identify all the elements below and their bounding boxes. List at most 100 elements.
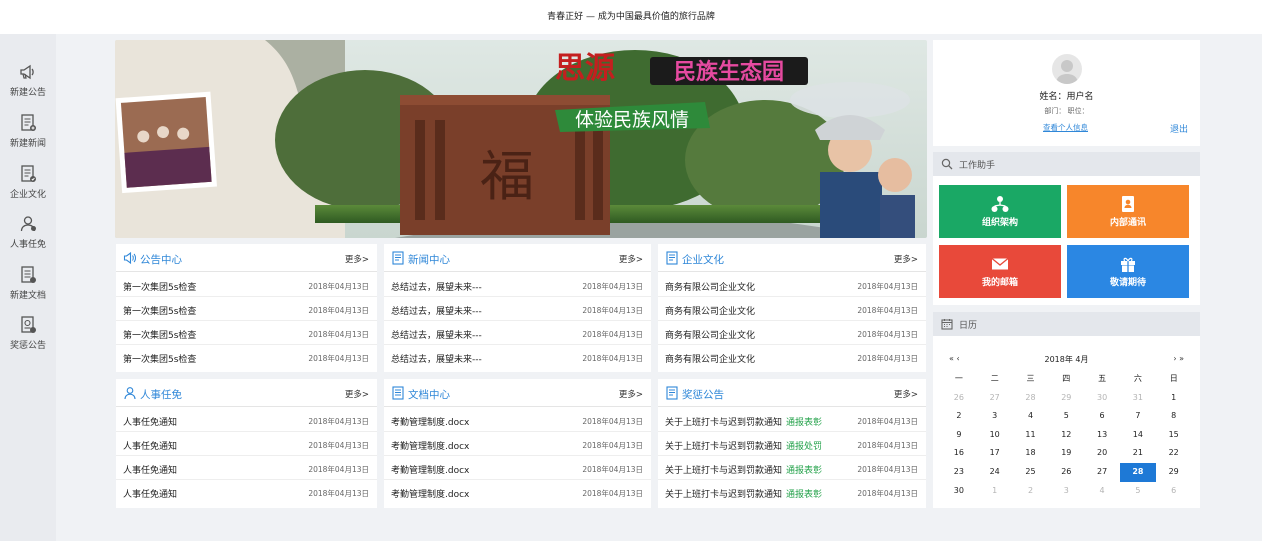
list-item[interactable]: 第一次集团5s检查 2018年04月13日 xyxy=(116,273,377,297)
calendar-day[interactable]: 25 xyxy=(1013,463,1049,482)
tile-label: 组织架构 xyxy=(981,218,1018,228)
logout-link[interactable]: 退出 xyxy=(1170,122,1188,135)
more-link[interactable]: 更多> xyxy=(894,388,918,400)
org-structure-button[interactable]: 组织架构 xyxy=(939,185,1061,238)
item-title: 人事任免通知 xyxy=(123,418,178,428)
calendar-day[interactable]: 5 xyxy=(1120,482,1156,501)
hero-banner[interactable]: 福 思源 民族生态园 体验民族风情 xyxy=(115,40,927,238)
banner-park-name: 民族生态园 xyxy=(674,59,784,85)
calendar-day[interactable]: 7 xyxy=(1120,407,1156,426)
list-item[interactable]: 总结过去，展望未来--- 2018年04月13日 xyxy=(384,321,651,345)
sidebar-item-label: 企业文化 xyxy=(9,190,46,200)
coming-soon-button[interactable]: 敬请期待 xyxy=(1067,245,1189,298)
calendar-day[interactable]: 11 xyxy=(1013,426,1049,445)
calendar-day[interactable]: 23 xyxy=(941,463,977,482)
list-item[interactable]: 第一次集团5s检查 2018年04月13日 xyxy=(116,297,377,321)
calendar-day[interactable]: 15 xyxy=(1156,426,1192,445)
list-item[interactable]: 考勤管理制度.docx 2018年04月13日 xyxy=(384,480,651,504)
list-item[interactable]: 人事任免通知 2018年04月13日 xyxy=(116,480,377,504)
list-item[interactable]: 考勤管理制度.docx 2018年04月13日 xyxy=(384,408,651,432)
calendar-day[interactable]: 31 xyxy=(1120,389,1156,408)
list-item[interactable]: 考勤管理制度.docx 2018年04月13日 xyxy=(384,456,651,480)
calendar-day[interactable]: 4 xyxy=(1013,407,1049,426)
list-item[interactable]: 人事任免通知 2018年04月13日 xyxy=(116,432,377,456)
sidebar-item-new-notice[interactable]: 新建公告 xyxy=(0,62,56,108)
calendar-day[interactable]: 12 xyxy=(1048,426,1084,445)
calendar-day[interactable]: 30 xyxy=(1084,389,1120,408)
list-item[interactable]: 关于上班打卡与迟到罚款通知 通报处罚 2018年04月13日 xyxy=(658,432,926,456)
calendar-day[interactable]: 1 xyxy=(977,482,1013,501)
calendar-day[interactable]: 18 xyxy=(1013,444,1049,463)
list-item[interactable]: 人事任免通知 2018年04月13日 xyxy=(116,456,377,480)
more-link[interactable]: 更多> xyxy=(619,388,643,400)
calendar-day[interactable]: 5 xyxy=(1048,407,1084,426)
calendar-day[interactable]: 24 xyxy=(977,463,1013,482)
list-item[interactable]: 关于上班打卡与迟到罚款通知 通报表彰 2018年04月13日 xyxy=(658,456,926,480)
item-title: 关于上班打卡与迟到罚款通知 通报表彰 xyxy=(665,463,822,476)
calendar-day[interactable]: 3 xyxy=(1048,482,1084,501)
item-date: 2018年04月13日 xyxy=(857,306,918,315)
calendar-day[interactable]: 26 xyxy=(1048,463,1084,482)
sidebar-item-culture[interactable]: 企业文化 xyxy=(0,164,56,210)
calendar-day[interactable]: 29 xyxy=(1048,389,1084,408)
calendar-day[interactable]: 2 xyxy=(1013,482,1049,501)
sidebar-item-new-document[interactable]: 新建文档 xyxy=(0,265,56,311)
list-item[interactable]: 人事任免通知 2018年04月13日 xyxy=(116,408,377,432)
calendar-day[interactable]: 19 xyxy=(1048,444,1084,463)
more-link[interactable]: 更多> xyxy=(345,388,369,400)
sidebar-item-personnel[interactable]: 人事任免 xyxy=(0,214,56,260)
top-slogan-bar: 青春正好 — 成为中国最具价值的旅行品牌 xyxy=(0,0,1262,34)
calendar-day[interactable]: 9 xyxy=(941,426,977,445)
calendar-day[interactable]: 30 xyxy=(941,482,977,501)
calendar-day[interactable]: 6 xyxy=(1156,482,1192,501)
user-avatar-icon xyxy=(1056,60,1078,84)
calendar-day[interactable]: 27 xyxy=(977,389,1013,408)
list-item[interactable]: 关于上班打卡与迟到罚款通知 通报表彰 2018年04月13日 xyxy=(658,480,926,504)
item-date: 2018年04月13日 xyxy=(582,354,643,363)
calendar-day[interactable]: 3 xyxy=(977,407,1013,426)
calendar-day[interactable]: 29 xyxy=(1156,463,1192,482)
calendar-day[interactable]: 10 xyxy=(977,426,1013,445)
calendar-weekday: 五 xyxy=(1098,374,1107,383)
calendar-day[interactable]: 21 xyxy=(1120,444,1156,463)
list-item[interactable]: 总结过去，展望未来--- 2018年04月13日 xyxy=(384,273,651,297)
calendar-day[interactable]: 16 xyxy=(941,444,977,463)
avatar[interactable] xyxy=(1052,54,1082,84)
calendar-day[interactable]: 22 xyxy=(1156,444,1192,463)
more-link[interactable]: 更多> xyxy=(345,253,369,265)
list-item[interactable]: 商务有限公司企业文化 2018年04月13日 xyxy=(658,321,926,345)
item-title: 总结过去，展望未来--- xyxy=(391,331,482,341)
calendar-day[interactable]: 26 xyxy=(941,389,977,408)
list-item[interactable]: 总结过去，展望未来--- 2018年04月13日 xyxy=(384,345,651,369)
list-item[interactable]: 第一次集团5s检查 2018年04月13日 xyxy=(116,321,377,345)
sidebar-item-award-notice[interactable]: 奖惩公告 xyxy=(0,315,56,361)
list-item[interactable]: 第一次集团5s检查 2018年04月13日 xyxy=(116,345,377,369)
calendar-day[interactable]: 2 xyxy=(941,407,977,426)
calendar-day[interactable]: 27 xyxy=(1084,463,1120,482)
list-item[interactable]: 商务有限公司企业文化 2018年04月13日 xyxy=(658,297,926,321)
calendar-next-nav[interactable]: › » xyxy=(1173,354,1184,363)
work-helper-header: 工作助手 xyxy=(933,152,1200,176)
calendar-weekday: 四 xyxy=(1062,374,1071,383)
list-item[interactable]: 商务有限公司企业文化 2018年04月13日 xyxy=(658,273,926,297)
calendar-day[interactable]: 14 xyxy=(1120,426,1156,445)
calendar-day[interactable]: 1 xyxy=(1156,389,1192,408)
view-profile-link[interactable]: 查看个人信息 xyxy=(1043,122,1088,133)
calendar-day[interactable]: 6 xyxy=(1084,407,1120,426)
more-link[interactable]: 更多> xyxy=(619,253,643,265)
list-item[interactable]: 考勤管理制度.docx 2018年04月13日 xyxy=(384,432,651,456)
internal-contacts-button[interactable]: 内部通讯 xyxy=(1067,185,1189,238)
list-item[interactable]: 总结过去，展望未来--- 2018年04月13日 xyxy=(384,297,651,321)
calendar-day[interactable]: 17 xyxy=(977,444,1013,463)
sidebar-item-new-news[interactable]: 新建新闻 xyxy=(0,113,56,159)
more-link[interactable]: 更多> xyxy=(894,253,918,265)
list-item[interactable]: 关于上班打卡与迟到罚款通知 通报表彰 2018年04月13日 xyxy=(658,408,926,432)
calendar-day[interactable]: 28 xyxy=(1013,389,1049,408)
calendar-day[interactable]: 20 xyxy=(1084,444,1120,463)
my-mailbox-button[interactable]: 我的邮箱 xyxy=(939,245,1061,298)
list-item[interactable]: 商务有限公司企业文化 2018年04月13日 xyxy=(658,345,926,369)
calendar-day[interactable]: 8 xyxy=(1156,407,1192,426)
calendar-day[interactable]: 13 xyxy=(1084,426,1120,445)
calendar-day[interactable]: 4 xyxy=(1084,482,1120,501)
calendar-day-today[interactable]: 28 xyxy=(1120,463,1156,482)
